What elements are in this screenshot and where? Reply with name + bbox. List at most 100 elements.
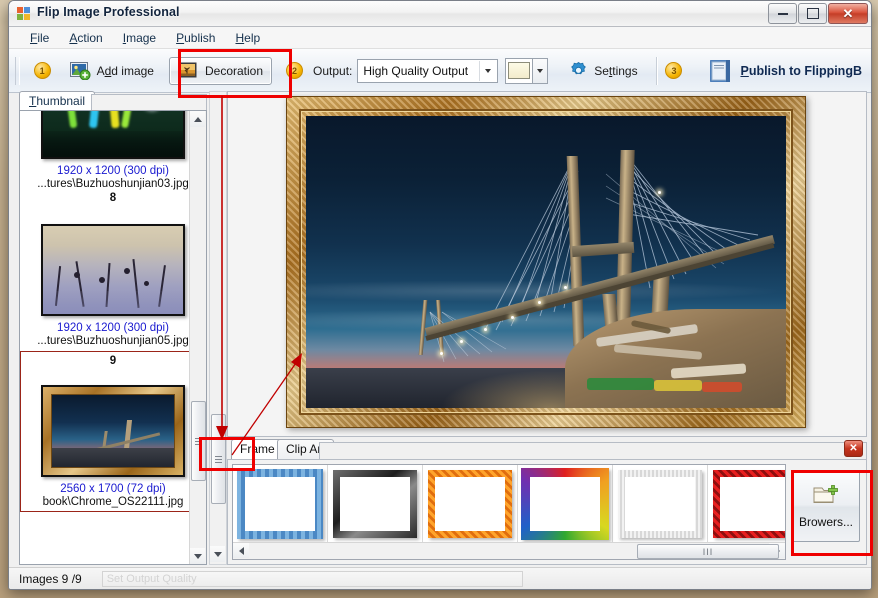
frame-option-white-lace[interactable] xyxy=(613,465,708,543)
menu-action[interactable]: Action xyxy=(60,29,111,47)
thumbnail-image xyxy=(41,385,185,477)
image-preview-area[interactable] xyxy=(227,91,867,437)
thumbnail-tabstrip: Thumbnail xyxy=(15,91,207,110)
decoration-label: Decoration xyxy=(205,64,263,78)
thumbnail-dimensions: 2560 x 1700 (72 dpi) xyxy=(20,483,206,495)
white-lace-frame-icon xyxy=(618,470,702,538)
splitter-thumb[interactable] xyxy=(211,414,226,504)
browse-frames-button[interactable]: Browers... xyxy=(792,470,860,542)
thumbnail-image xyxy=(41,224,185,316)
application-window: Flip Image Professional ✕ File Action Im… xyxy=(8,0,872,590)
book-icon xyxy=(709,59,731,83)
folder-add-icon xyxy=(813,484,839,509)
window-body: Thumbnail 1920 x 1200 (300 dpi) xyxy=(9,91,871,567)
orange-mosaic-frame-icon xyxy=(428,470,512,538)
gallery-horizontal-scrollbar[interactable]: III xyxy=(233,542,785,559)
add-image-label: Add image xyxy=(97,64,154,78)
page-color-swatch[interactable] xyxy=(505,58,533,84)
page-color-dropdown[interactable] xyxy=(533,58,549,84)
menu-file-rest: ile xyxy=(37,31,49,45)
thumbnail-dimensions: 1920 x 1200 (300 dpi) xyxy=(20,322,206,334)
scroll-up-icon[interactable] xyxy=(190,111,205,127)
step-1-badge: 1 xyxy=(34,62,51,79)
decoration-body: III xyxy=(227,459,867,565)
menu-publish-rest: ublish xyxy=(184,31,215,45)
app-icon xyxy=(16,5,32,21)
tabstrip-filler xyxy=(91,94,207,111)
frame-option-orange-mosaic[interactable] xyxy=(423,465,518,543)
minimize-button[interactable] xyxy=(768,3,797,24)
gear-icon xyxy=(569,61,588,80)
window-controls: ✕ xyxy=(768,3,868,24)
frame-option-black-metal[interactable] xyxy=(328,465,423,543)
title-bar: Flip Image Professional ✕ xyxy=(9,1,871,27)
thumbnail-pane: Thumbnail 1920 x 1200 (300 dpi) xyxy=(15,91,207,565)
gallery-scrollbar-thumb[interactable]: III xyxy=(637,544,779,559)
thumbnail-number: 8 xyxy=(20,192,206,204)
output-quality-value: High Quality Output xyxy=(363,64,468,78)
output-label: Output: xyxy=(313,64,352,78)
thumbnail-image xyxy=(41,110,185,159)
close-button[interactable]: ✕ xyxy=(828,3,868,24)
red-dotted-frame-icon xyxy=(713,470,786,538)
scroll-left-icon[interactable] xyxy=(233,543,249,558)
thumbnail-path: ...tures\Buzhuoshunjian05.jpg xyxy=(20,335,206,347)
frame-option-rainbow[interactable] xyxy=(518,465,613,543)
framed-preview xyxy=(286,96,806,428)
swatch-color xyxy=(508,62,530,79)
decoration-button[interactable]: Decoration xyxy=(169,57,272,85)
settings-button[interactable]: Settings xyxy=(560,56,646,85)
thumbnail-dimensions: 1920 x 1200 (300 dpi) xyxy=(20,165,206,177)
step-2-badge: 2 xyxy=(286,62,303,79)
thumbnail-scrollbar[interactable] xyxy=(189,111,206,564)
list-item[interactable]: 1920 x 1200 (300 dpi) ...tures\Buzhuoshu… xyxy=(20,208,206,351)
toolbar-grip[interactable] xyxy=(15,57,20,85)
right-pane: Frame Clip Art ✕ xyxy=(227,91,867,565)
scrollbar-thumb[interactable] xyxy=(191,401,206,481)
frame-gallery[interactable]: III xyxy=(232,464,786,560)
browse-label: Browers... xyxy=(799,515,853,529)
decoration-tabbar-filler xyxy=(319,442,867,460)
frame-gallery-strip xyxy=(233,465,785,543)
thumbnail-list[interactable]: 1920 x 1200 (300 dpi) ...tures\Buzhuoshu… xyxy=(19,110,207,565)
thumbnail-path: book\Chrome_OS22111.jpg xyxy=(20,496,206,508)
add-image-button[interactable]: Add image xyxy=(61,57,163,85)
rainbow-frame-icon xyxy=(521,468,609,540)
window-title: Flip Image Professional xyxy=(37,5,180,19)
output-quality-select[interactable]: High Quality Output xyxy=(357,59,497,83)
splitter-scroll-down-icon[interactable] xyxy=(210,546,225,562)
settings-label: Settings xyxy=(594,64,637,78)
menu-publish[interactable]: Publish xyxy=(167,29,224,47)
close-icon[interactable]: ✕ xyxy=(844,440,863,457)
decoration-tabbar: Frame Clip Art ✕ xyxy=(227,439,867,459)
menu-help-rest: elp xyxy=(244,31,260,45)
chevron-down-icon[interactable] xyxy=(479,61,497,81)
menu-action-rest: ction xyxy=(77,31,102,45)
toolbar-separator xyxy=(656,57,657,85)
menu-file[interactable]: File xyxy=(21,29,58,47)
browse-button-wrap: Browers... xyxy=(792,470,860,542)
publish-label: Publish to FlippingB xyxy=(740,64,862,78)
list-item[interactable]: 1920 x 1200 (300 dpi) ...tures\Buzhuoshu… xyxy=(20,110,206,208)
maximize-button[interactable] xyxy=(798,3,827,24)
status-bar: Images 9 /9 Set Output Quality xyxy=(9,567,871,589)
step-3-badge: 3 xyxy=(665,62,682,79)
output-quality-progress: Set Output Quality xyxy=(102,571,523,587)
scroll-down-icon[interactable] xyxy=(190,548,205,564)
frame-option-red-dotted[interactable] xyxy=(708,465,786,543)
preview-photo xyxy=(306,116,786,408)
blue-wave-frame-icon xyxy=(237,469,323,539)
menu-image[interactable]: Image xyxy=(114,29,165,47)
black-metal-frame-icon xyxy=(333,470,417,538)
add-image-icon xyxy=(70,62,91,80)
main-toolbar: 1 Add image xyxy=(9,49,871,93)
decoration-icon xyxy=(178,62,199,80)
list-item[interactable]: 9 2560 x 1700 (72 dpi) book\Chrome_OS221… xyxy=(20,351,206,512)
frame-option-blue-wave[interactable] xyxy=(233,465,328,543)
thumbnail-number: 9 xyxy=(20,355,206,367)
menu-image-rest: mage xyxy=(126,31,156,45)
pane-splitter-scrollbar[interactable] xyxy=(209,91,227,565)
publish-button[interactable]: Publish to FlippingB xyxy=(700,54,871,88)
images-count-label: Images 9 /9 xyxy=(19,572,82,586)
menu-help[interactable]: Help xyxy=(226,29,269,47)
